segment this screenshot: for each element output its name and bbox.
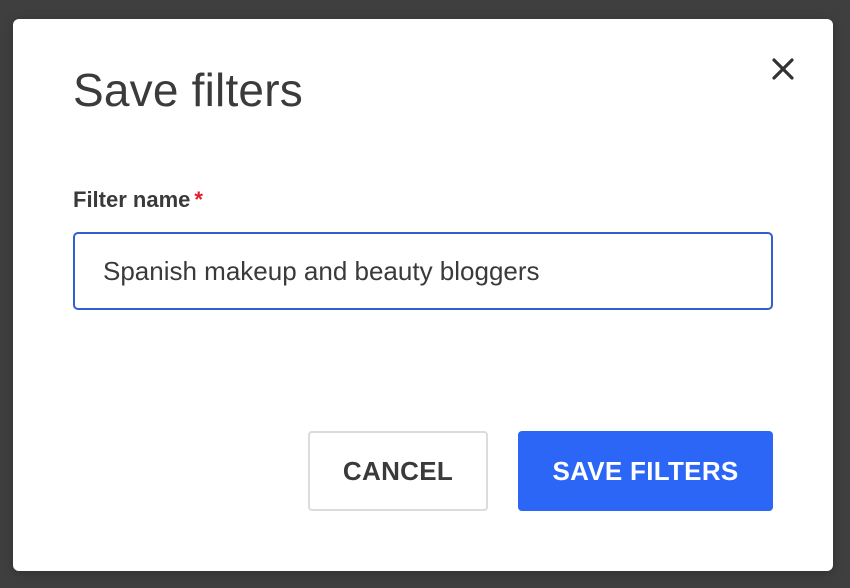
required-indicator: *	[194, 187, 203, 212]
filter-name-label-text: Filter name	[73, 187, 191, 212]
cancel-button[interactable]: CANCEL	[308, 431, 488, 511]
dialog-title: Save filters	[73, 64, 303, 116]
filter-name-label: Filter name *	[73, 187, 203, 213]
close-button[interactable]	[765, 51, 801, 87]
close-icon	[765, 51, 801, 87]
save-filters-dialog: Save filters Filter name* CANCEL SAVE FI…	[13, 19, 833, 571]
filter-name-input[interactable]	[73, 232, 773, 310]
save-filters-button[interactable]: SAVE FILTERS	[518, 431, 773, 511]
